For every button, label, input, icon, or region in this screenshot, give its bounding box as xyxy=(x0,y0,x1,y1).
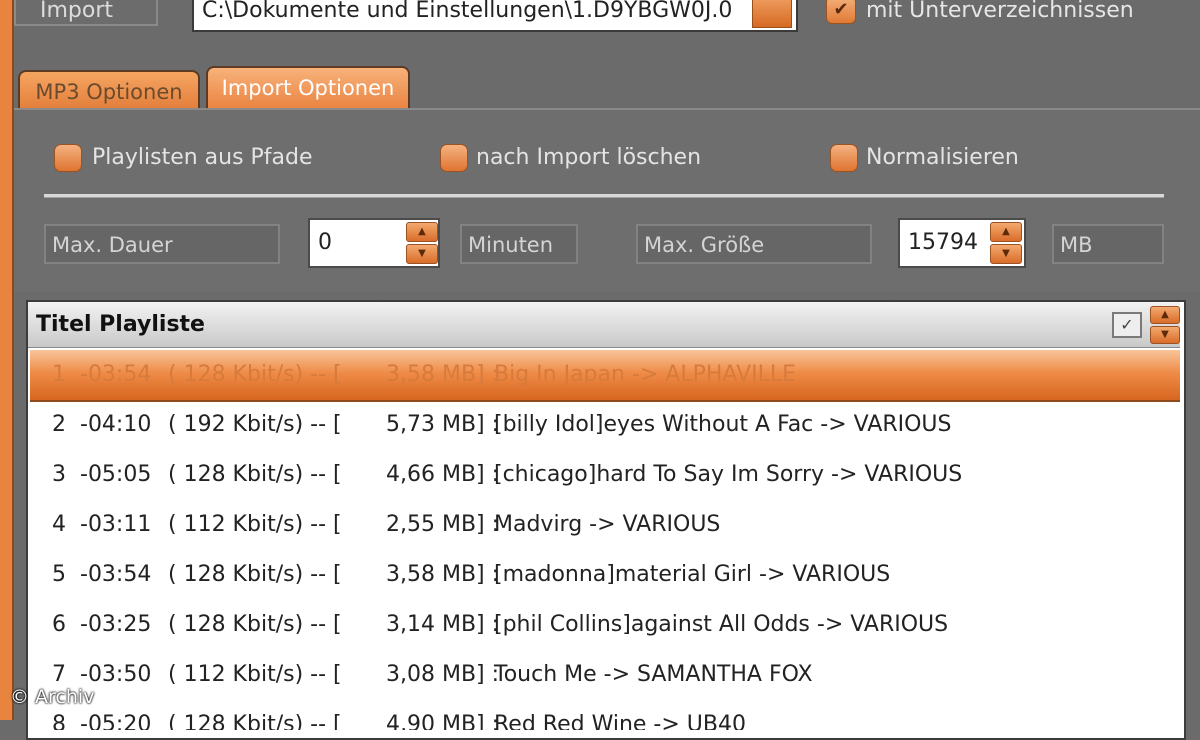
row-number: 4 xyxy=(52,512,66,537)
duration-unit-label: Minuten xyxy=(460,224,578,264)
subfolders-checkbox[interactable]: ✔ xyxy=(826,0,856,24)
playlist-row[interactable]: 1 -03:54 ( 128 Kbit/s) -- [ 3,58 MB] : B… xyxy=(30,350,1180,402)
playlist-row[interactable]: 5 -03:54 ( 128 Kbit/s) -- [ 3,58 MB] : [… xyxy=(30,550,1180,600)
tab-import-optionen[interactable]: Import Optionen xyxy=(206,66,410,110)
row-number: 6 xyxy=(52,612,66,637)
row-duration: -03:50 xyxy=(80,662,152,687)
playlist-row[interactable]: 7 -03:50 ( 112 Kbit/s) -- [ 3,08 MB] : T… xyxy=(30,650,1180,700)
row-number: 5 xyxy=(52,562,66,587)
playlist-select-all-checkbox[interactable]: ✓ xyxy=(1112,312,1142,338)
normalize-checkbox[interactable] xyxy=(830,144,858,172)
options-divider xyxy=(44,194,1164,198)
playlist-row[interactable]: 8 -05:20 ( 128 Kbit/s) -- [ 4,90 MB] : R… xyxy=(30,700,1180,730)
row-bitrate: ( 112 Kbit/s) -- [ xyxy=(168,662,342,687)
tab-mp3-optionen[interactable]: MP3 Optionen xyxy=(18,70,200,110)
size-unit-label: MB xyxy=(1052,224,1164,264)
row-bitrate: ( 128 Kbit/s) -- [ xyxy=(168,612,342,637)
row-title: [phil Collins]against All Odds -> VARIOU… xyxy=(494,612,949,637)
row-duration: -05:20 xyxy=(80,712,152,730)
delete-after-import-checkbox[interactable] xyxy=(440,144,468,172)
row-size: 3,14 MB] : xyxy=(386,612,500,637)
row-title: [chicago]hard To Say Im Sorry -> VARIOUS xyxy=(494,462,963,487)
row-size: 4,66 MB] : xyxy=(386,462,500,487)
browse-button[interactable] xyxy=(752,0,792,28)
row-size: 4,90 MB] : xyxy=(386,712,500,730)
row-size: 3,08 MB] : xyxy=(386,662,500,687)
row-size: 2,55 MB] : xyxy=(386,512,500,537)
playlist-row[interactable]: 4 -03:11 ( 112 Kbit/s) -- [ 2,55 MB] : M… xyxy=(30,500,1180,550)
row-title: [madonna]material Girl -> VARIOUS xyxy=(494,562,891,587)
row-title: [billy Idol]eyes Without A Fac -> VARIOU… xyxy=(494,412,952,437)
row-bitrate: ( 128 Kbit/s) -- [ xyxy=(168,362,342,387)
max-size-down-button[interactable]: ▼ xyxy=(990,244,1022,264)
row-duration: -03:25 xyxy=(80,612,152,637)
playlist-row[interactable]: 3 -05:05 ( 128 Kbit/s) -- [ 4,66 MB] : [… xyxy=(30,450,1180,500)
playlist-row[interactable]: 2 -04:10 ( 192 Kbit/s) -- [ 5,73 MB] : [… xyxy=(30,400,1180,450)
window-left-edge xyxy=(0,0,14,720)
row-title: Red Red Wine -> UB40 xyxy=(494,712,746,730)
playlist-row[interactable]: 6 -03:25 ( 128 Kbit/s) -- [ 3,14 MB] : [… xyxy=(30,600,1180,650)
row-bitrate: ( 192 Kbit/s) -- [ xyxy=(168,412,342,437)
row-number: 7 xyxy=(52,662,66,687)
row-duration: -05:05 xyxy=(80,462,152,487)
row-duration: -03:54 xyxy=(80,562,152,587)
max-size-label: Max. Größe xyxy=(636,224,872,264)
row-title: Big In Japan -> ALPHAVILLE xyxy=(494,362,797,387)
row-number: 8 xyxy=(52,712,66,730)
row-bitrate: ( 128 Kbit/s) -- [ xyxy=(168,712,342,730)
row-title: Madvirg -> VARIOUS xyxy=(494,512,721,537)
row-duration: -04:10 xyxy=(80,412,152,437)
normalize-label: Normalisieren xyxy=(866,145,1019,170)
archive-watermark: © Archiv xyxy=(10,686,95,708)
playlist-move-down-button[interactable]: ▼ xyxy=(1150,326,1180,344)
row-duration: -03:54 xyxy=(80,362,152,387)
check-icon: ✔ xyxy=(833,0,849,20)
row-number: 1 xyxy=(52,362,66,387)
playlists-from-paths-checkbox[interactable] xyxy=(54,144,82,172)
max-duration-down-button[interactable]: ▼ xyxy=(406,244,438,264)
playlist-move-up-button[interactable]: ▲ xyxy=(1150,306,1180,324)
row-number: 2 xyxy=(52,412,66,437)
subfolders-label: mit Unterverzeichnissen xyxy=(866,0,1134,23)
import-path-field[interactable]: C:\Dokumente und Einstellungen\1.D9YBGW0… xyxy=(192,0,798,32)
max-size-up-button[interactable]: ▲ xyxy=(990,222,1022,242)
playlist-list: 1 -03:54 ( 128 Kbit/s) -- [ 3,58 MB] : B… xyxy=(30,350,1180,730)
row-bitrate: ( 112 Kbit/s) -- [ xyxy=(168,512,342,537)
row-duration: -03:11 xyxy=(80,512,152,537)
row-bitrate: ( 128 Kbit/s) -- [ xyxy=(168,562,342,587)
playlist-title: Titel Playliste xyxy=(36,312,205,337)
row-size: 5,73 MB] : xyxy=(386,412,500,437)
row-title: Touch Me -> SAMANTHA FOX xyxy=(494,662,813,687)
row-bitrate: ( 128 Kbit/s) -- [ xyxy=(168,462,342,487)
row-size: 3,58 MB] : xyxy=(386,562,500,587)
delete-after-import-label: nach Import löschen xyxy=(476,145,702,170)
row-number: 3 xyxy=(52,462,66,487)
playlists-from-paths-label: Playlisten aus Pfade xyxy=(92,145,313,170)
import-label: Import xyxy=(14,0,158,26)
max-duration-label: Max. Dauer xyxy=(44,224,280,264)
check-icon: ✓ xyxy=(1120,315,1134,334)
max-duration-up-button[interactable]: ▲ xyxy=(406,222,438,242)
row-size: 3,58 MB] : xyxy=(386,362,500,387)
